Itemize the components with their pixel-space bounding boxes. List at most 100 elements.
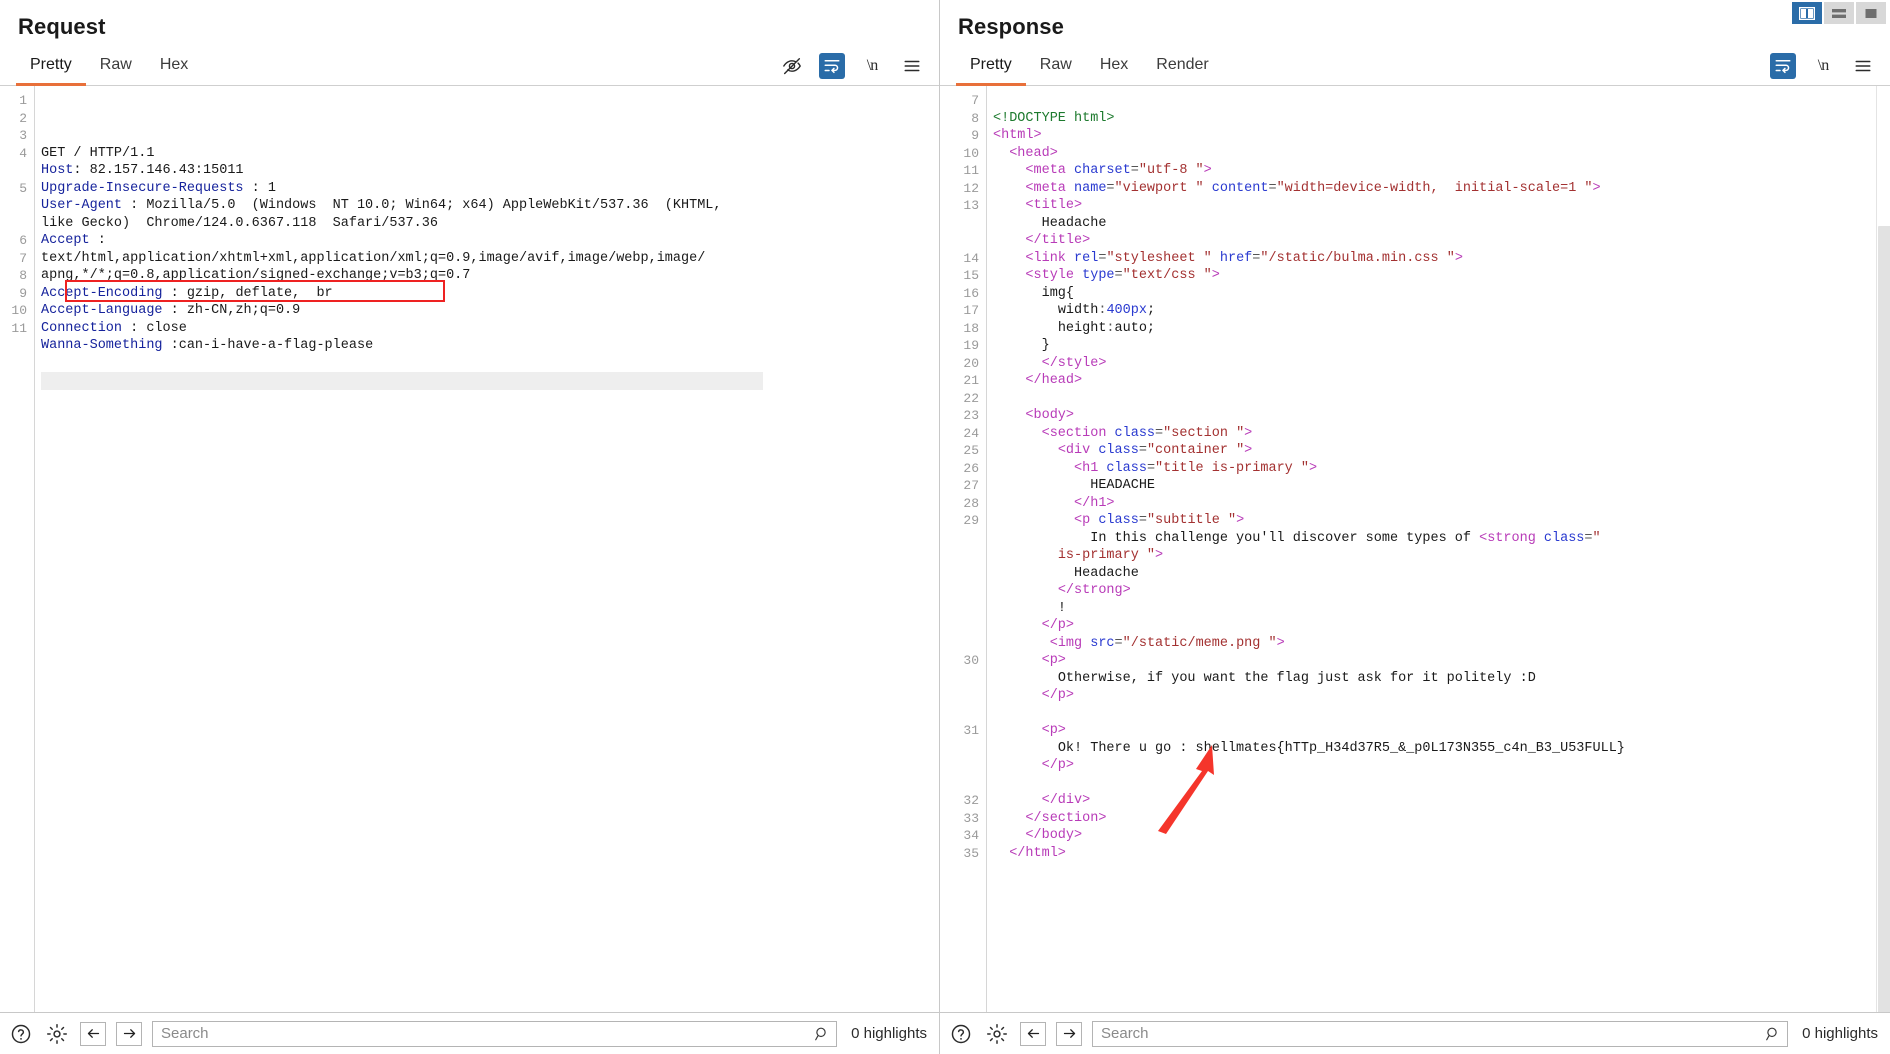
- request-tab-pretty[interactable]: Pretty: [16, 54, 86, 86]
- response-editor[interactable]: 7 8 9 10 11 12 13 14 15 16 17 18 19 20 21 22 23 24 25 26 27 2…: [940, 86, 1890, 1012]
- code-token-tag: <meta: [1025, 180, 1075, 196]
- response-bottom-bar: 0 highlights: [940, 1012, 1890, 1054]
- search-back-button[interactable]: [80, 1021, 106, 1046]
- word-wrap-icon[interactable]: [819, 53, 845, 79]
- help-circle-icon[interactable]: [8, 1021, 34, 1047]
- code-token-css: width: [1057, 303, 1099, 318]
- request-tab-hex[interactable]: Hex: [146, 54, 202, 86]
- code-token-text: HEADACHE: [1090, 478, 1156, 493]
- code-token-punct: =: [1130, 163, 1139, 178]
- response-search-input[interactable]: [1093, 1021, 1760, 1046]
- request-line: Accept :: [41, 232, 939, 250]
- request-editor[interactable]: 1 2 3 4 5 6 7 8 9 10 11 GET / HTTP/1.1 Host: 82.157…: [0, 86, 939, 1012]
- request-code[interactable]: GET / HTTP/1.1 Host: 82.157.146.43:15011 U…: [34, 86, 939, 1012]
- line-number: [940, 547, 979, 565]
- response-tab-pretty[interactable]: Pretty: [956, 54, 1026, 86]
- response-scrollbar[interactable]: [1876, 86, 1890, 1012]
- line-number: 6: [19, 233, 27, 248]
- line-number: 12: [963, 180, 979, 196]
- request-search-input[interactable]: [153, 1021, 809, 1046]
- response-code[interactable]: <!DOCTYPE html> <html> <head> <meta chars…: [986, 86, 1890, 1012]
- request-search-box[interactable]: [152, 1020, 838, 1047]
- request-highlight-count: 0 highlights: [851, 1025, 927, 1042]
- layout-stacked-button[interactable]: [1824, 2, 1854, 24]
- line-number: [940, 757, 979, 775]
- gear-icon[interactable]: [44, 1021, 70, 1047]
- code-token-tag: >: [1276, 635, 1285, 651]
- response-line: </div>: [993, 792, 1890, 810]
- menu-icon[interactable]: [1850, 53, 1876, 79]
- request-tab-raw[interactable]: Raw: [86, 54, 146, 86]
- code-token-punct: =: [1106, 180, 1115, 196]
- code-token-tag: </h1>: [1074, 495, 1115, 511]
- header-name: Host: [41, 163, 74, 178]
- response-tab-hex[interactable]: Hex: [1086, 54, 1142, 86]
- line-number: 31: [963, 723, 979, 738]
- empty-line-highlight: [41, 372, 763, 390]
- response-tab-render[interactable]: Render: [1142, 54, 1222, 86]
- code-token-attr: name: [1074, 180, 1107, 196]
- response-tab-raw[interactable]: Raw: [1026, 54, 1086, 86]
- response-line: <body>: [993, 407, 1890, 425]
- response-line: <title>: [993, 197, 1890, 215]
- response-scrollbar-thumb[interactable]: [1878, 226, 1890, 1012]
- line-number: [940, 687, 979, 705]
- layout-side-by-side-button[interactable]: [1792, 2, 1822, 24]
- newline-icon[interactable]: \n: [859, 53, 885, 79]
- code-token-punct: =: [1146, 460, 1156, 476]
- newline-icon[interactable]: \n: [1810, 53, 1836, 79]
- code-token-tag: <h1: [1074, 460, 1107, 476]
- code-token-val: "subtitle ": [1146, 513, 1237, 528]
- response-line: </html>: [993, 845, 1890, 863]
- search-forward-button[interactable]: [116, 1021, 142, 1046]
- header-name: Upgrade-Insecure-Requests: [41, 180, 244, 196]
- gear-icon[interactable]: [984, 1021, 1010, 1047]
- eye-off-icon[interactable]: [779, 53, 805, 79]
- line-number: [940, 215, 979, 233]
- line-number: [940, 740, 979, 758]
- code-token-val: "viewport ": [1114, 180, 1204, 196]
- response-line: </p>: [993, 617, 1890, 635]
- request-line: Wanna-Something :can-i-have-a-flag-pleas…: [41, 337, 939, 355]
- line-number: [940, 617, 979, 635]
- word-wrap-icon[interactable]: [1770, 53, 1796, 79]
- line-number: 28: [963, 495, 979, 511]
- code-token-val: "text/css ": [1122, 268, 1212, 283]
- magnifier-icon[interactable]: [1759, 1026, 1787, 1042]
- line-number: [940, 635, 979, 653]
- response-line: <meta name="viewport " content="width=de…: [993, 180, 1890, 198]
- request-tabbar: Pretty Raw Hex \n: [0, 48, 939, 86]
- search-back-button[interactable]: [1020, 1021, 1046, 1046]
- header-name: Accept: [41, 233, 90, 248]
- code-token-text: Headache: [1041, 215, 1107, 231]
- line-number: 8: [971, 110, 979, 126]
- line-number: [940, 705, 979, 723]
- code-token-val: "/static/meme.png ": [1122, 635, 1277, 651]
- code-token-num: 400px: [1106, 303, 1147, 318]
- code-token-tag: <style: [1025, 268, 1083, 283]
- search-forward-button[interactable]: [1056, 1021, 1082, 1046]
- response-line: <p class="subtitle ">: [993, 512, 1890, 530]
- request-line: Host: 82.157.146.43:15011: [41, 162, 939, 180]
- header-name: Connection: [41, 320, 123, 336]
- code-token-tag: >: [1236, 513, 1245, 528]
- magnifier-icon[interactable]: [808, 1026, 836, 1042]
- layout-single-pane-button[interactable]: [1856, 2, 1886, 24]
- code-token-attr: class: [1114, 425, 1156, 441]
- request-line: [41, 355, 939, 373]
- response-line: </style>: [993, 355, 1890, 373]
- response-search-box[interactable]: [1092, 1020, 1789, 1047]
- menu-icon[interactable]: [899, 53, 925, 79]
- code-token-css: img{: [1041, 285, 1075, 301]
- code-token-tag: >: [1454, 250, 1463, 266]
- line-number: 9: [971, 128, 979, 143]
- help-circle-icon[interactable]: [948, 1021, 974, 1047]
- response-line: </p>: [993, 757, 1890, 775]
